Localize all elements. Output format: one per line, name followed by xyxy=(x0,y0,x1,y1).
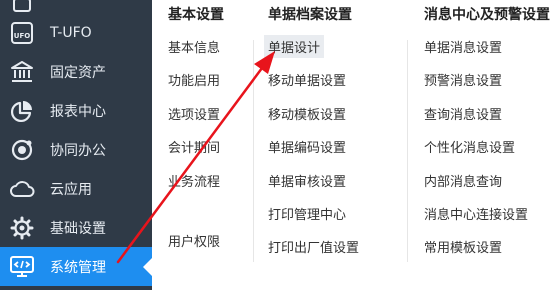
sidebar-item-label: 报表中心 xyxy=(50,103,106,120)
menu-link-common-template-settings[interactable]: 常用模板设置 xyxy=(424,237,502,256)
menu-link-print-management-center[interactable]: 打印管理中心 xyxy=(268,204,346,223)
monitor-code-icon xyxy=(8,253,36,281)
menu-link-feature-enable[interactable]: 功能启用 xyxy=(168,70,220,89)
sidebar-item-label: 基础设置 xyxy=(50,220,106,237)
sidebar-item-fixed-assets[interactable]: 固定资产 xyxy=(0,52,152,91)
menu-link-options[interactable]: 选项设置 xyxy=(168,104,220,123)
menu-link-personalized-message-settings[interactable]: 个性化消息设置 xyxy=(424,137,515,156)
sidebar-item-label: 协同办公 xyxy=(50,142,106,159)
sidebar-item-basic-settings[interactable]: 基础设置 xyxy=(0,208,152,247)
column-title-basic-settings: 基本设置 xyxy=(168,7,224,23)
sidebar-item-label: 固定资产 xyxy=(50,64,106,81)
sidebar-item-cloud-apps[interactable]: 云应用 xyxy=(0,169,152,208)
column-title-document-archive-settings: 单据档案设置 xyxy=(268,7,352,23)
menu-link-mobile-document-settings[interactable]: 移动单据设置 xyxy=(268,70,346,89)
bank-icon xyxy=(8,58,36,86)
sidebar-item-label: 云应用 xyxy=(50,181,92,198)
menu-link-document-numbering-settings[interactable]: 单据编码设置 xyxy=(268,137,346,156)
collaboration-icon xyxy=(8,136,36,164)
sidebar: UFO T-UFO 固定资产 报表中心 协同办公 云应用 基础设置 系统管理 xyxy=(0,0,152,290)
menu-link-message-center-connection-settings[interactable]: 消息中心连接设置 xyxy=(424,204,528,223)
ufo-icon: UFO xyxy=(8,19,36,47)
gear-icon xyxy=(8,214,36,242)
menu-link-query-message-settings[interactable]: 查询消息设置 xyxy=(424,104,502,123)
column-title-message-center-settings: 消息中心及预警设置 xyxy=(424,7,550,23)
sidebar-item-label: 系统管理 xyxy=(50,259,106,276)
menu-link-mobile-template-settings[interactable]: 移动模板设置 xyxy=(268,104,346,123)
menu-link-internal-message-query[interactable]: 内部消息查询 xyxy=(424,171,502,190)
menu-link-document-message-settings[interactable]: 单据消息设置 xyxy=(424,37,502,56)
sidebar-item-report-center[interactable]: 报表中心 xyxy=(0,91,152,130)
svg-text:UFO: UFO xyxy=(14,32,30,40)
menu-link-document-approval-settings[interactable]: 单据审核设置 xyxy=(268,171,346,190)
menu-link-document-design[interactable]: 单据设计 xyxy=(264,35,325,58)
sidebar-item-t-ufo[interactable]: UFO T-UFO xyxy=(0,13,152,52)
pie-chart-icon xyxy=(8,97,36,125)
menu-link-user-permissions[interactable]: 用户权限 xyxy=(168,231,220,250)
menu-link-alert-message-settings[interactable]: 预警消息设置 xyxy=(424,70,502,89)
menu-link-accounting-period[interactable]: 会计期间 xyxy=(168,137,220,156)
sidebar-item-collaboration[interactable]: 协同办公 xyxy=(0,130,152,169)
sidebar-item-label: T-UFO xyxy=(50,24,92,41)
menu-link-business-process[interactable]: 业务流程 xyxy=(168,171,220,190)
column-divider xyxy=(253,40,254,262)
sidebar-item-system-management[interactable]: 系统管理 xyxy=(0,247,152,286)
menu-link-basic-info[interactable]: 基本信息 xyxy=(168,37,220,56)
menu-link-print-factory-defaults[interactable]: 打印出厂值设置 xyxy=(268,237,359,256)
cloud-icon xyxy=(8,175,36,203)
column-divider xyxy=(407,40,408,262)
